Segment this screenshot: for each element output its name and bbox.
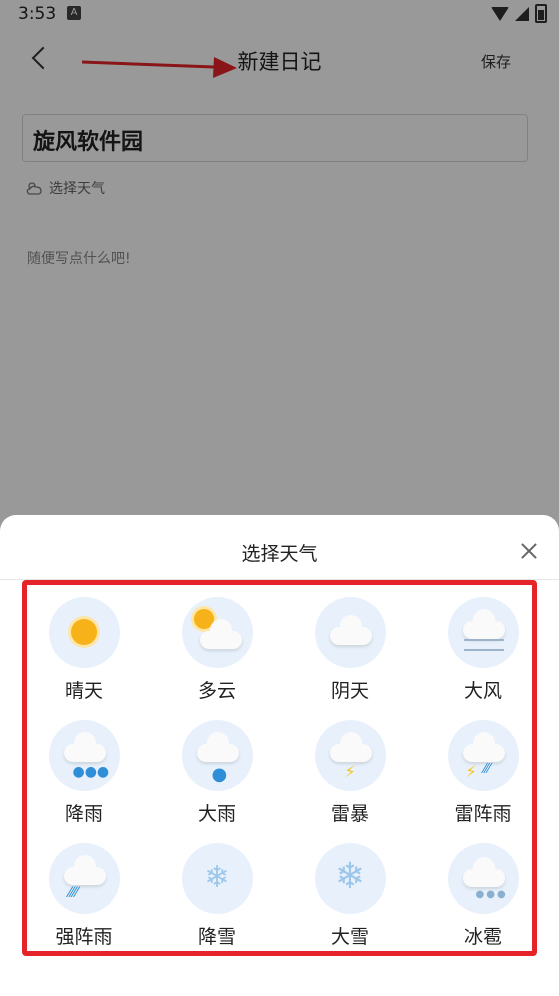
- heavy-shower-icon: ⁄⁄⁄⁄: [48, 843, 120, 914]
- weather-option-label: 大雪: [330, 926, 369, 948]
- weather-option-label: 冰雹: [463, 926, 502, 948]
- weather-option-hail[interactable]: ●●● 冰雹: [428, 843, 538, 949]
- weather-option-heavy-snow[interactable]: ❄ 大雪: [295, 843, 405, 949]
- weather-option-label: 多云: [197, 680, 236, 702]
- weather-option-label: 晴天: [64, 680, 103, 702]
- weather-option-label: 大风: [463, 680, 502, 702]
- weather-grid-highlight: 晴天 多云 阴天 大风 ●●● 降雨 ● 大雨 ⚡ 雷暴 ⚡ ⁄⁄⁄ 雷阵雨 ⁄…: [22, 580, 537, 956]
- weather-bottom-sheet: 选择天气 晴天 多云 阴天 大风 ●●● 降雨 ● 大雨 ⚡ 雷暴 ⚡ ⁄⁄⁄ …: [0, 515, 559, 996]
- weather-option-label: 大雨: [197, 803, 236, 825]
- heavy-rain-icon: ●: [181, 720, 253, 791]
- weather-option-label: 强阵雨: [55, 926, 113, 948]
- weather-option-label: 阴天: [330, 680, 369, 702]
- weather-option-label: 雷阵雨: [454, 803, 512, 825]
- weather-option-overcast[interactable]: 阴天: [295, 597, 405, 703]
- weather-option-rain[interactable]: ●●● 降雨: [29, 720, 139, 826]
- hail-icon: ●●●: [447, 843, 519, 914]
- weather-option-windy[interactable]: 大风: [428, 597, 538, 703]
- weather-option-label: 降雨: [64, 803, 103, 825]
- heavy-snow-icon: ❄: [314, 843, 386, 914]
- weather-option-heavy-rain[interactable]: ● 大雨: [162, 720, 272, 826]
- snow-icon: ❄: [181, 843, 253, 914]
- weather-option-partly-cloudy[interactable]: 多云: [162, 597, 272, 703]
- thunderstorm-icon: ⚡: [314, 720, 386, 791]
- weather-option-snow[interactable]: ❄ 降雪: [162, 843, 272, 949]
- partly-cloudy-icon: [181, 597, 253, 668]
- thunder-shower-icon: ⚡ ⁄⁄⁄: [447, 720, 519, 791]
- close-icon[interactable]: [521, 543, 537, 559]
- sunny-icon: [48, 597, 120, 668]
- weather-option-label: 降雪: [197, 926, 236, 948]
- rain-icon: ●●●: [48, 720, 120, 791]
- weather-grid: 晴天 多云 阴天 大风 ●●● 降雨 ● 大雨 ⚡ 雷暴 ⚡ ⁄⁄⁄ 雷阵雨 ⁄…: [27, 585, 532, 951]
- weather-option-thunderstorm[interactable]: ⚡ 雷暴: [295, 720, 405, 826]
- weather-option-heavy-shower[interactable]: ⁄⁄⁄⁄ 强阵雨: [29, 843, 139, 949]
- weather-option-label: 雷暴: [330, 803, 369, 825]
- sheet-title: 选择天气: [241, 543, 318, 565]
- windy-icon: [447, 597, 519, 668]
- weather-option-thunder-shower[interactable]: ⚡ ⁄⁄⁄ 雷阵雨: [428, 720, 538, 826]
- overcast-icon: [314, 597, 386, 668]
- weather-option-sunny[interactable]: 晴天: [29, 597, 139, 703]
